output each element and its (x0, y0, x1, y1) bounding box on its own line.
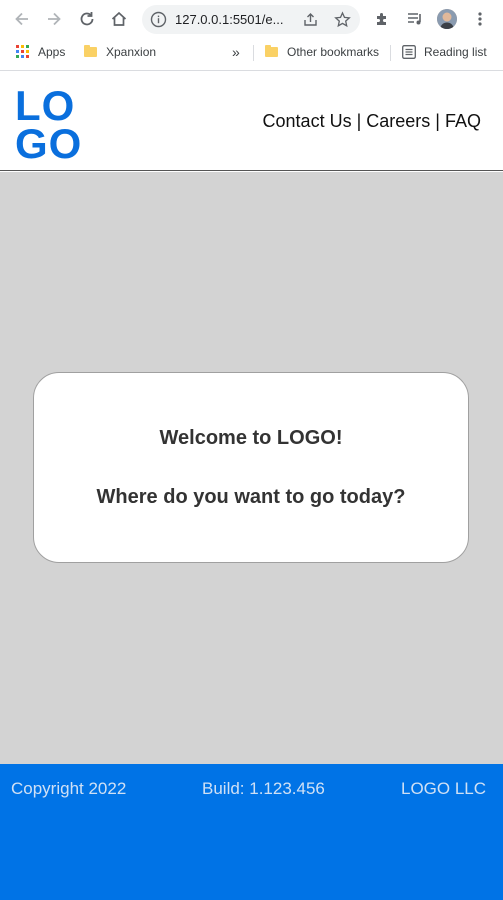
profile-avatar[interactable] (437, 9, 457, 29)
reading-list-icon (402, 45, 416, 59)
address-bar[interactable]: 127.0.0.1:5501/e... (142, 5, 360, 34)
info-icon[interactable] (150, 11, 167, 28)
overflow-label: » (232, 44, 240, 60)
bookmark-xpanxion[interactable]: Xpanxion (84, 38, 156, 66)
footer-company: LOGO LLC (401, 779, 487, 798)
bookmark-apps[interactable]: Apps (16, 38, 65, 66)
home-icon[interactable] (107, 7, 131, 31)
bookmark-other-label: Other bookmarks (287, 45, 380, 59)
footer-copyright: Copyright 2022 (11, 779, 127, 798)
nav-link-careers[interactable]: Careers (366, 111, 430, 131)
bookmark-other-bookmarks[interactable]: Other bookmarks (265, 38, 379, 66)
back-arrow-icon[interactable] (10, 7, 34, 31)
kebab-menu-icon[interactable] (468, 7, 492, 31)
logo-line-2: GO (15, 120, 82, 160)
site-header: LO GO Contact Us | Careers | FAQ (0, 71, 503, 171)
nav-separator: | (356, 111, 362, 131)
star-icon[interactable] (334, 11, 351, 28)
reading-queue-icon[interactable] (403, 7, 427, 31)
nav-link-faq[interactable]: FAQ (445, 111, 481, 131)
forward-arrow-icon[interactable] (42, 7, 66, 31)
welcome-heading: Welcome to LOGO! (159, 427, 343, 449)
footer-build: Build: 1.123.456 (202, 779, 325, 798)
nav-separator: | (435, 111, 440, 131)
bookmark-reading-list-label: Reading list (424, 45, 487, 59)
reload-icon[interactable] (75, 7, 99, 31)
share-icon[interactable] (302, 11, 319, 28)
url-text[interactable]: 127.0.0.1:5501/e... (175, 12, 283, 27)
top-nav: Contact Us | Careers | FAQ (263, 111, 481, 132)
bookmarks-divider (253, 45, 254, 61)
apps-grid-icon (16, 45, 29, 58)
folder-icon (265, 45, 278, 57)
bookmarks-divider (390, 45, 391, 61)
bookmark-reading-list[interactable]: Reading list (402, 38, 487, 66)
logo[interactable]: LO GO (15, 86, 91, 160)
folder-icon (84, 45, 97, 57)
extensions-puzzle-icon[interactable] (370, 7, 394, 31)
browser-toolbar: 127.0.0.1:5501/e... (0, 0, 503, 38)
bookmark-apps-label: Apps (38, 45, 66, 59)
bookmark-xpanxion-label: Xpanxion (106, 45, 157, 59)
main-content: Welcome to LOGO! Where do you want to go… (0, 172, 503, 764)
bookmarks-overflow-chevron-icon[interactable]: » (232, 38, 240, 66)
nav-link-contact-us[interactable]: Contact Us (263, 111, 352, 131)
welcome-card: Welcome to LOGO! Where do you want to go… (33, 372, 469, 563)
welcome-question: Where do you want to go today? (96, 486, 406, 508)
bookmarks-bar: Apps Xpanxion » Other bookmarks Reading … (0, 38, 503, 71)
site-footer: Copyright 2022 Build: 1.123.456 LOGO LLC (0, 764, 503, 900)
